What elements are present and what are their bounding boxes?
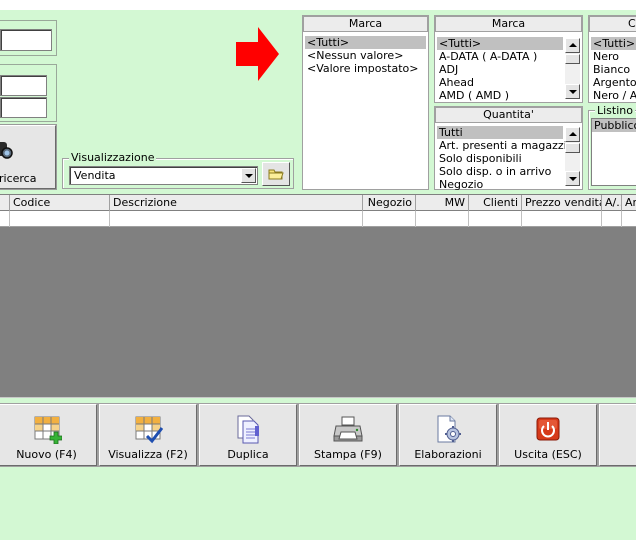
list-item[interactable]: AMD ( AMD ) bbox=[437, 89, 580, 102]
column-header-clienti[interactable]: Clienti bbox=[469, 195, 522, 211]
uscita-button[interactable]: Uscita (ESC) bbox=[498, 403, 598, 467]
filter-marca-brand-header: Marca bbox=[435, 16, 582, 32]
list-item[interactable]: <Tutti> bbox=[305, 36, 426, 49]
filter-colore-list: Co <Tutti> Nero Bianco Argento Nero / Ar bbox=[588, 15, 636, 103]
column-header-ar[interactable]: Ar bbox=[622, 195, 636, 211]
list-item[interactable]: Solo disponibili bbox=[437, 152, 580, 165]
scroll-up-icon[interactable] bbox=[565, 38, 580, 53]
scrollbar[interactable] bbox=[565, 38, 580, 99]
left-input-3[interactable] bbox=[0, 97, 47, 118]
view-group-title: Visualizzazione bbox=[69, 151, 157, 164]
listino-list: Pubblico bbox=[591, 118, 636, 186]
list-item[interactable]: <Tutti> bbox=[437, 37, 563, 50]
list-item[interactable]: Tutti bbox=[437, 126, 563, 139]
search-button[interactable]: ricerca bbox=[0, 124, 57, 190]
elaborazioni-button-label: Elaborazioni bbox=[414, 448, 482, 461]
filter-marca-brand-list: Marca <Tutti> A-DATA ( A-DATA ) ADJ Ahea… bbox=[434, 15, 583, 103]
open-folder-button[interactable] bbox=[262, 162, 290, 186]
list-item[interactable]: <Valore impostato> bbox=[305, 62, 426, 75]
list-item[interactable]: Nero / Ar bbox=[591, 89, 636, 102]
stampa-button[interactable]: Stampa (F9) bbox=[298, 403, 398, 467]
scroll-down-icon[interactable] bbox=[565, 171, 580, 186]
visualizza-button-label: Visualizza (F2) bbox=[108, 448, 188, 461]
filter-quantita-list: Quantita' Tutti Art. presenti a magazzin… bbox=[434, 106, 583, 191]
visualizza-button[interactable]: Visualizza (F2) bbox=[98, 403, 198, 467]
folder-icon bbox=[268, 169, 284, 180]
scroll-up-icon[interactable] bbox=[565, 127, 580, 142]
scrollbar[interactable] bbox=[565, 127, 580, 186]
scroll-down-icon[interactable] bbox=[565, 84, 580, 99]
list-item[interactable]: ADJ bbox=[437, 63, 580, 76]
nuovo-button[interactable]: Nuovo (F4) bbox=[0, 403, 98, 467]
list-item[interactable]: Nero bbox=[591, 50, 636, 63]
view-grid-icon bbox=[135, 416, 163, 444]
column-header-descrizione[interactable]: Descrizione bbox=[110, 195, 363, 211]
list-item[interactable]: <Nessun valore> bbox=[305, 49, 426, 62]
listino-group-title: Listino bbox=[595, 104, 635, 117]
power-exit-icon bbox=[536, 417, 560, 441]
search-button-label: ricerca bbox=[0, 172, 37, 185]
view-select[interactable]: Vendita bbox=[69, 166, 258, 185]
left-input-1[interactable] bbox=[0, 29, 52, 51]
list-item[interactable]: <Tutti> bbox=[591, 37, 636, 50]
nuovo-button-label: Nuovo (F4) bbox=[16, 448, 77, 461]
column-header-mw[interactable]: MW bbox=[416, 195, 469, 211]
stampa-button-label: Stampa (F9) bbox=[314, 448, 382, 461]
elaborazioni-button[interactable]: Elaborazioni bbox=[398, 403, 498, 467]
process-document-icon bbox=[437, 415, 461, 443]
list-item[interactable]: Bianco bbox=[591, 63, 636, 76]
duplica-button[interactable]: Duplica bbox=[198, 403, 298, 467]
grid-empty-area[interactable] bbox=[0, 227, 636, 397]
table-row[interactable] bbox=[0, 211, 636, 227]
list-item[interactable]: Solo disp. o in arrivo bbox=[437, 165, 580, 178]
list-item[interactable]: A-DATA ( A-DATA ) bbox=[437, 50, 580, 63]
duplicate-document-icon bbox=[237, 415, 259, 444]
view-select-value: Vendita bbox=[74, 169, 116, 182]
filter-marca-header: Marca bbox=[303, 16, 428, 32]
printer-icon bbox=[333, 416, 363, 442]
filter-colore-header: Co bbox=[589, 16, 636, 32]
toolbar-extra-button[interactable] bbox=[598, 403, 636, 467]
chevron-down-icon[interactable] bbox=[241, 168, 256, 183]
red-arrow-icon bbox=[236, 27, 279, 81]
top-strip bbox=[0, 0, 636, 10]
list-item[interactable]: Ahead bbox=[437, 76, 580, 89]
binoculars-icon bbox=[0, 142, 13, 159]
column-header-prezzo-vendita[interactable]: Prezzo vendita bbox=[522, 195, 602, 211]
grid-row-selector-header bbox=[0, 195, 10, 211]
list-item[interactable]: Art. presenti a magazzino bbox=[437, 139, 580, 152]
list-item[interactable]: Pubblico bbox=[592, 119, 636, 132]
scroll-thumb[interactable] bbox=[565, 143, 580, 153]
column-header-av[interactable]: A/.. bbox=[602, 195, 622, 211]
filter-quantita-header: Quantita' bbox=[435, 107, 582, 123]
grid-header: Codice Descrizione Negozio MW Clienti Pr… bbox=[0, 194, 636, 211]
uscita-button-label: Uscita (ESC) bbox=[514, 448, 582, 461]
new-grid-icon bbox=[34, 416, 62, 444]
list-item[interactable]: Argento bbox=[591, 76, 636, 89]
left-input-2[interactable] bbox=[0, 75, 47, 96]
column-header-negozio[interactable]: Negozio bbox=[363, 195, 416, 211]
scroll-thumb[interactable] bbox=[565, 54, 580, 64]
grid-bottom-edge bbox=[0, 397, 636, 401]
filter-marca-list: Marca <Tutti> <Nessun valore> <Valore im… bbox=[302, 15, 429, 190]
list-item[interactable]: Negozio bbox=[437, 178, 580, 191]
duplica-button-label: Duplica bbox=[227, 448, 269, 461]
column-header-codice[interactable]: Codice bbox=[10, 195, 110, 211]
